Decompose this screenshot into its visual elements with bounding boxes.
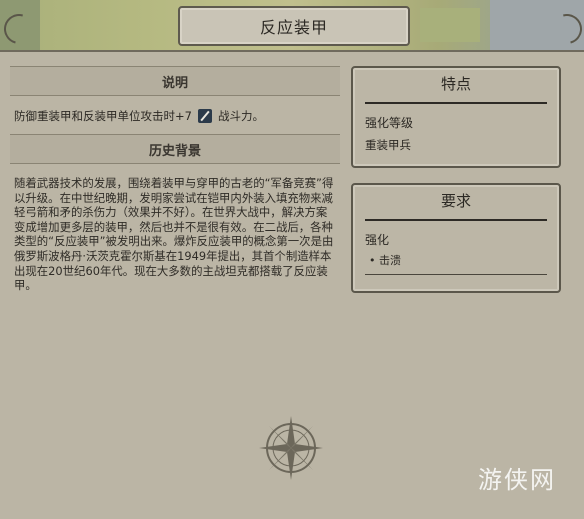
description-text-before: 防御重装甲和反装甲单位攻击时+7 bbox=[14, 109, 192, 123]
map-tile bbox=[420, 8, 480, 42]
requirement-item[interactable]: • 击溃 bbox=[353, 248, 559, 268]
requirements-label: 强化 bbox=[365, 233, 390, 247]
divider bbox=[365, 274, 547, 275]
description-heading: 说明 bbox=[10, 66, 340, 96]
civilopedia-page: 反应装甲 说明 防御重装甲和反装甲单位攻击时+7 战斗力。 历史背景 随着武器技… bbox=[0, 0, 584, 519]
features-title: 特点 bbox=[440, 74, 471, 93]
requirements-title: 要求 bbox=[440, 191, 471, 210]
description-text: 防御重装甲和反装甲单位攻击时+7 战斗力。 bbox=[10, 108, 340, 124]
sword-icon bbox=[197, 109, 212, 123]
features-label: 强化等级 bbox=[365, 116, 414, 130]
requirements-box: 要求 强化 • 击溃 bbox=[351, 183, 561, 293]
history-text: 随着武器技术的发展，围绕着装甲与穿甲的古老的“军备竞赛”得以升级。在中世纪晚期，… bbox=[14, 176, 334, 293]
description-text-after: 战斗力。 bbox=[217, 109, 264, 123]
page-title: 反应装甲 bbox=[178, 6, 410, 46]
features-box: 特点 强化等级 重装甲兵 bbox=[351, 66, 561, 168]
left-panel: 说明 防御重装甲和反装甲单位攻击时+7 战斗力。 历史背景 随着武器技术的发展，… bbox=[10, 66, 340, 293]
history-heading: 历史背景 bbox=[10, 134, 340, 164]
compass-icon bbox=[259, 416, 323, 480]
features-value[interactable]: 重装甲兵 bbox=[353, 131, 559, 153]
watermark-logo: 游侠网 bbox=[478, 466, 556, 494]
header-banner: 反应装甲 bbox=[0, 0, 584, 52]
